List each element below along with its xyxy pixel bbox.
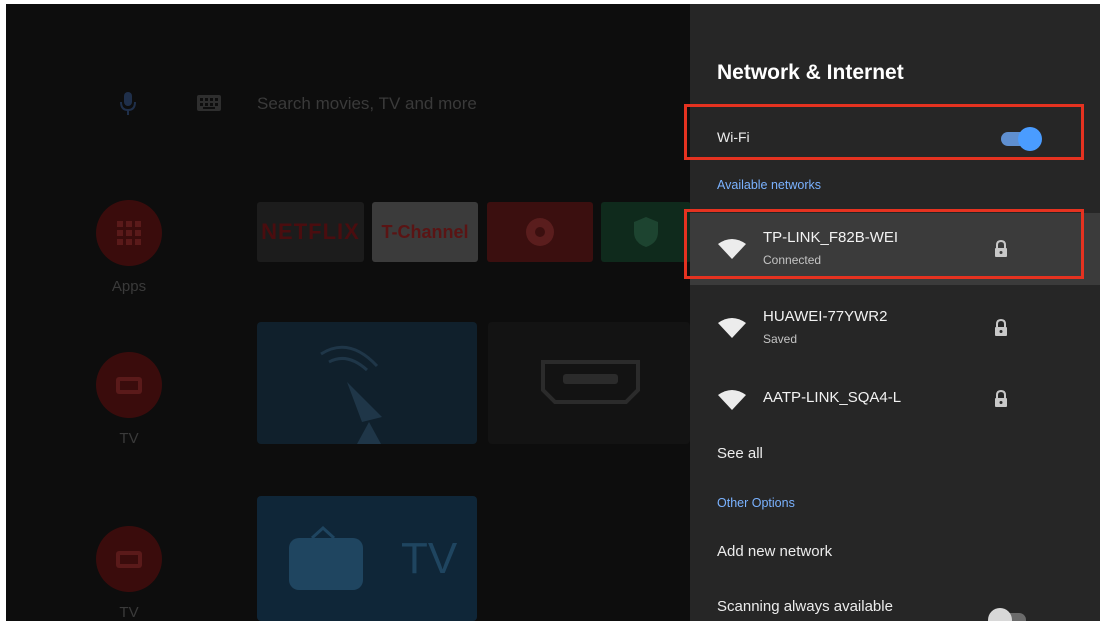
channel-card-satellite[interactable] xyxy=(257,322,477,444)
channel-card-hdmi[interactable] xyxy=(488,322,690,444)
keyboard-icon[interactable] xyxy=(196,94,222,112)
sidebar-item-apps[interactable]: Apps xyxy=(96,200,162,295)
sidebar-item-tv-2[interactable]: TV xyxy=(96,526,162,621)
shield-icon xyxy=(634,217,658,247)
app-tile-media[interactable] xyxy=(487,202,593,262)
sidebar-item-label: TV xyxy=(119,430,139,447)
app-tile-security[interactable] xyxy=(601,202,691,262)
wifi-icon xyxy=(718,390,746,410)
highlight-box-wifi xyxy=(684,104,1084,160)
scanning-toggle-switch[interactable] xyxy=(988,608,1026,621)
lock-icon xyxy=(995,319,1007,336)
available-networks-header: Available networks xyxy=(717,178,821,192)
app-tile-netflix[interactable]: NETFLIX xyxy=(257,202,364,262)
app-tile-tchannel[interactable]: T-Channel xyxy=(372,202,478,262)
add-network-row[interactable]: Add new network xyxy=(690,532,1100,572)
network-settings-panel: Network & Internet Wi-Fi Available netwo… xyxy=(690,4,1100,621)
tv-icon xyxy=(96,352,162,418)
sidebar-item-label: Apps xyxy=(111,278,147,295)
search-placeholder[interactable]: Search movies, TV and more xyxy=(257,94,477,114)
satellite-dish-icon xyxy=(320,345,382,444)
see-all-link[interactable]: See all xyxy=(717,445,763,462)
tv-icon xyxy=(96,526,162,592)
lock-icon xyxy=(995,390,1007,407)
network-name: AATP-LINK_SQA4-L xyxy=(763,389,902,406)
scanning-label: Scanning always available xyxy=(717,598,893,615)
network-name: HUAWEI-77YWR2 xyxy=(763,308,888,325)
microphone-icon[interactable] xyxy=(118,90,138,118)
scanning-always-available-row[interactable]: Scanning always available xyxy=(690,588,1100,621)
apps-grid-icon xyxy=(96,200,162,266)
sidebar-item-tv[interactable]: TV xyxy=(96,352,162,447)
see-all-row[interactable]: See all xyxy=(690,434,1100,474)
home-screen-background: Search movies, TV and more Apps TV TV NE… xyxy=(6,4,691,621)
media-app-icon xyxy=(526,218,554,246)
network-status: Saved xyxy=(763,332,798,346)
panel-title: Network & Internet xyxy=(717,61,904,84)
tv-screen: Search movies, TV and more Apps TV TV NE… xyxy=(6,4,1100,621)
tv-card-label: TV xyxy=(401,534,458,583)
hdmi-icon xyxy=(541,360,640,404)
wifi-icon xyxy=(718,318,746,338)
network-item-aatp-link[interactable]: AATP-LINK_SQA4-L xyxy=(690,360,1100,432)
other-options-header: Other Options xyxy=(717,496,795,510)
sidebar-item-label: TV xyxy=(119,604,139,621)
highlight-box-connected-network xyxy=(684,209,1084,279)
network-item-huawei[interactable]: HUAWEI-77YWR2 Saved xyxy=(690,292,1100,364)
add-new-network-link[interactable]: Add new network xyxy=(717,543,832,560)
